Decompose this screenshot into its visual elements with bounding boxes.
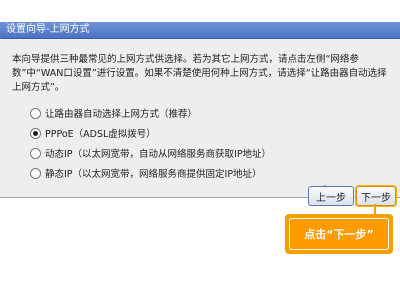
option-auto[interactable]: 让路由器自动选择上网方式（推荐） bbox=[30, 105, 390, 121]
option-pppoe-label: PPPoE（ADSL虚拟拨号） bbox=[45, 129, 156, 140]
option-dynamic-ip-label: 动态IP（以太网宽带，自动从网络服务商获取IP地址） bbox=[45, 149, 272, 160]
router-setup-window: 设置向导-上网方式 本向导提供三种最常见的上网方式供选择。若为其它上网方式，请点… bbox=[0, 0, 400, 300]
instruction-callout: 点击“下一步” bbox=[285, 214, 393, 254]
option-static-ip-label: 静态IP（以太网宽带，网络服务商提供固定IP地址） bbox=[45, 169, 262, 180]
radio-static-ip[interactable] bbox=[30, 167, 41, 179]
next-step-button[interactable]: 下一步 bbox=[356, 186, 396, 206]
option-pppoe[interactable]: PPPoE（ADSL虚拟拨号） bbox=[30, 125, 390, 141]
option-dynamic-ip[interactable]: 动态IP（以太网宽带，自动从网络服务商获取IP地址） bbox=[30, 145, 390, 161]
description-text: 本向导提供三种最常见的上网方式供选择。若为其它上网方式，请点击左侧“网络参数”中… bbox=[12, 54, 387, 93]
radio-pppoe[interactable] bbox=[30, 127, 41, 139]
radio-auto[interactable] bbox=[30, 107, 41, 119]
callout-pointer bbox=[374, 204, 376, 214]
callout-text: 点击“下一步” bbox=[289, 218, 389, 250]
option-auto-label: 让路由器自动选择上网方式（推荐） bbox=[45, 109, 198, 120]
title-bar: 设置向导-上网方式 bbox=[0, 22, 400, 39]
radio-dynamic-ip[interactable] bbox=[30, 147, 41, 159]
prev-step-button[interactable]: 上一步 bbox=[308, 186, 354, 206]
option-static-ip[interactable]: 静态IP（以太网宽带，网络服务商提供固定IP地址） bbox=[30, 165, 390, 181]
connection-type-options: 让路由器自动选择上网方式（推荐） PPPoE（ADSL虚拟拨号） 动态IP（以太… bbox=[30, 105, 390, 185]
window-title: 设置向导-上网方式 bbox=[6, 24, 90, 35]
content-panel: 本向导提供三种最常见的上网方式供选择。若为其它上网方式，请点击左侧“网络参数”中… bbox=[0, 39, 400, 203]
